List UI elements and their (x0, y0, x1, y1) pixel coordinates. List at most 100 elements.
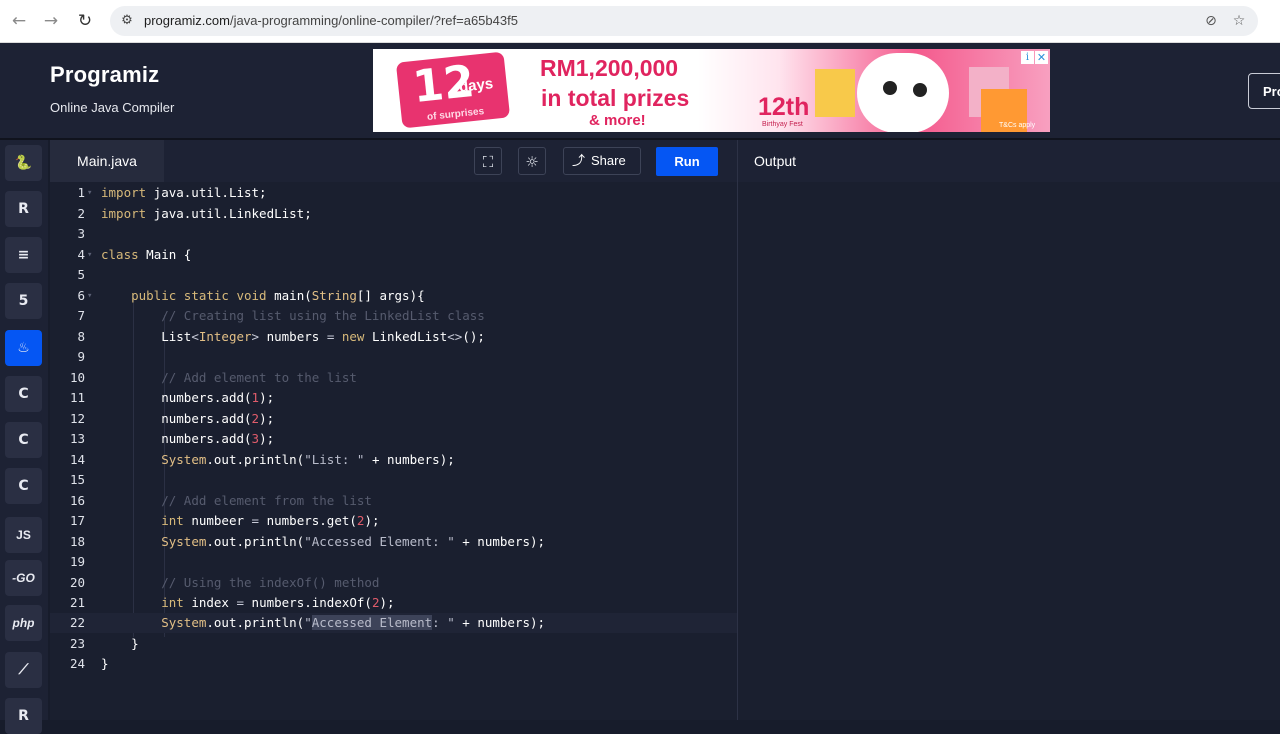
code-line: 10 // Add element to the list (50, 368, 737, 388)
code-keyword: void (236, 288, 267, 303)
output-header: Output (738, 140, 1280, 182)
code-editor-panel: Main.java ⛶ ☼ ⤴ Share Run 1 ▾ import java.u… (50, 140, 737, 720)
line-number: 4 (77, 247, 85, 262)
code-line: 2 import java.util.LinkedList; (50, 204, 737, 224)
line-number: 22 (69, 615, 85, 630)
code-line: 24} (50, 654, 737, 674)
code-text: numbers (259, 329, 327, 344)
fullscreen-icon[interactable]: ⛶ (474, 147, 502, 175)
code-text: + numbers); (364, 452, 455, 467)
page-subtitle: Online Java Compiler (50, 100, 175, 115)
code-text: (); (462, 329, 485, 344)
ad-fest-label: Birthyay Fest (762, 121, 803, 128)
panda-eye (913, 83, 927, 97)
code-line: 17 int numbeer = numbers.get(2); (50, 511, 737, 531)
address-bar[interactable]: ⚙ programiz.com/java-programming/online-… (110, 6, 1258, 36)
line-number: 15 (69, 472, 85, 487)
code-line: 15 (50, 470, 737, 490)
line-number: 14 (69, 452, 85, 467)
selected-text[interactable]: Accessed Element (311, 615, 433, 630)
programiz-logo[interactable]: Programiz (50, 62, 159, 88)
site-settings-icon[interactable]: ⚙ (118, 12, 136, 30)
line-number: 10 (69, 370, 85, 385)
tab-main-java[interactable]: Main.java (50, 140, 164, 182)
code-number: 2 (251, 411, 260, 426)
code-area[interactable]: 1 ▾ import java.util.List; 2 import java.ut… (50, 182, 737, 720)
gift-box-image (815, 69, 855, 117)
code-keyword: import (101, 206, 147, 221)
code-keyword: public (131, 288, 177, 303)
rust-icon[interactable]: R (5, 698, 42, 734)
sql-icon[interactable]: ≡ (5, 237, 42, 273)
code-text: + numbers); (454, 615, 546, 630)
javascript-icon[interactable]: JS (5, 517, 42, 553)
code-line: 19 (50, 552, 737, 572)
code-operator: = (236, 595, 245, 610)
code-line: 23 } (50, 634, 737, 654)
back-icon[interactable]: ← (9, 11, 29, 31)
code-text: index (183, 595, 237, 610)
fold-marker[interactable]: ▾ (87, 286, 97, 306)
theme-toggle-icon[interactable]: ☼ (518, 147, 546, 175)
panda-mascot-image (857, 53, 949, 132)
cpp-icon[interactable]: C (5, 422, 42, 458)
code-line: 11 numbers.add(1); (50, 388, 737, 408)
code-text: } (131, 636, 139, 651)
code-comment: // Using the indexOf() method (161, 575, 380, 590)
code-type: String (311, 288, 357, 303)
line-number: 21 (69, 595, 85, 610)
code-text: .out.println( (206, 615, 305, 630)
line-number: 8 (77, 329, 85, 344)
pro-button[interactable]: Pro (1248, 73, 1280, 109)
ad-close-icon[interactable]: ✕ (1035, 51, 1048, 64)
ad-info-icon[interactable]: i (1021, 51, 1034, 64)
r-icon[interactable]: R (5, 191, 42, 227)
share-icon: ⤴ (572, 154, 586, 169)
code-line: 21 int index = numbers.indexOf(2); (50, 593, 737, 613)
code-line: 3 (50, 224, 737, 244)
url-text[interactable]: programiz.com/java-programming/online-co… (144, 13, 518, 28)
go-icon[interactable]: -GO (5, 560, 42, 596)
code-line: 12 numbers.add(2); (50, 409, 737, 429)
code-text: java.util.List; (146, 185, 267, 200)
share-label: Share (591, 153, 626, 168)
reload-icon[interactable]: ↻ (75, 11, 95, 31)
code-text: java.util.LinkedList; (146, 206, 312, 221)
tracking-icon[interactable]: ⊘ (1202, 12, 1220, 30)
code-text: .out.println( (206, 534, 305, 549)
forward-icon[interactable]: → (41, 11, 61, 31)
code-text: ); (364, 513, 380, 528)
code-type: Integer (198, 329, 252, 344)
line-number: 7 (77, 308, 85, 323)
code-keyword: import (101, 185, 147, 200)
code-line: 4 ▾ class Main { (50, 245, 737, 265)
code-text: numbers.add( (161, 390, 252, 405)
line-number: 23 (69, 636, 85, 651)
swift-icon[interactable]: ⟋ (5, 652, 42, 688)
java-icon[interactable]: ♨ (5, 330, 42, 366)
fold-marker[interactable]: ▾ (87, 183, 97, 203)
code-type: System (161, 615, 207, 630)
fold-marker[interactable]: ▾ (87, 245, 97, 265)
output-panel: Output (738, 140, 1280, 720)
php-icon[interactable]: php (5, 605, 42, 641)
code-text: numbers.add( (161, 431, 252, 446)
code-operator: = (251, 513, 260, 528)
c-icon[interactable]: C (5, 376, 42, 412)
line-number: 3 (77, 226, 85, 241)
code-line-current: 22 System.out.println("Accessed Element:… (50, 613, 737, 633)
advertisement-banner[interactable]: 12 days of surprises RM1,200,000 in tota… (373, 49, 1050, 132)
line-number: 11 (69, 390, 85, 405)
ad-fest-number: 12th (758, 93, 810, 121)
csharp-icon[interactable]: C (5, 468, 42, 504)
bookmark-star-icon[interactable]: ☆ (1230, 12, 1248, 30)
python-icon[interactable]: 🐍 (5, 145, 42, 181)
run-button[interactable]: Run (656, 147, 718, 176)
code-string: " (304, 615, 312, 630)
line-number: 12 (69, 411, 85, 426)
code-number: 1 (251, 390, 260, 405)
html-icon[interactable]: 5 (5, 283, 42, 319)
code-text: numbers.get( (259, 513, 357, 528)
code-type: System (161, 452, 207, 467)
share-button[interactable]: ⤴ Share (563, 147, 641, 175)
